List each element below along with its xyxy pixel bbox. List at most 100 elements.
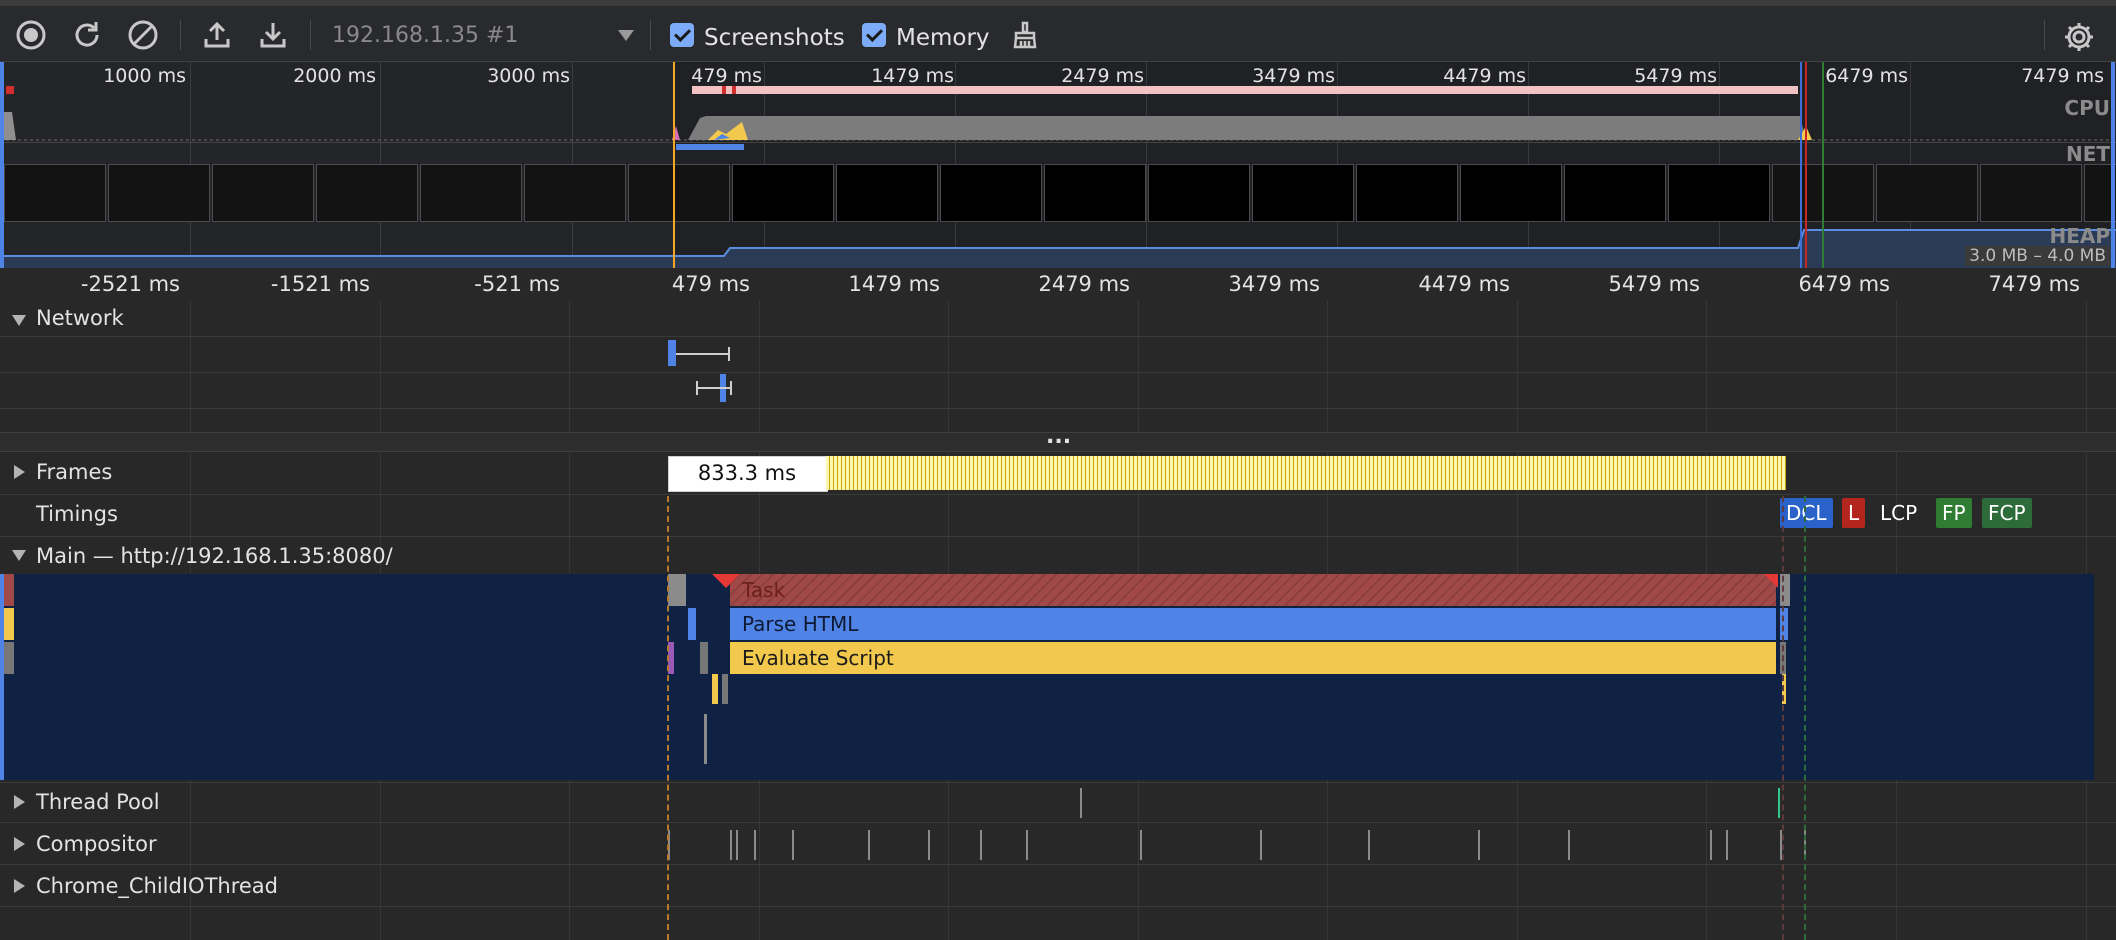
memory-label[interactable]: Memory xyxy=(896,25,990,51)
more-icon[interactable]: ... xyxy=(1046,424,1071,449)
overview-left-handle[interactable] xyxy=(0,62,4,268)
window-start-dashed-line xyxy=(667,496,669,940)
profile-select[interactable]: 192.168.1.35 #1 xyxy=(330,18,640,52)
thread-pool-track-title[interactable]: Thread Pool xyxy=(36,790,160,814)
clear-button[interactable] xyxy=(124,16,162,54)
compositor-slice[interactable] xyxy=(792,830,794,860)
screenshot-thumbnail[interactable] xyxy=(1980,164,2082,222)
network-request[interactable] xyxy=(668,340,676,366)
toolbar-divider xyxy=(650,20,651,50)
load-badge[interactable]: L xyxy=(1842,498,1866,528)
screenshot-thumbnail[interactable] xyxy=(212,164,314,222)
screenshot-thumbnail[interactable] xyxy=(1356,164,1458,222)
screenshot-thumbnail[interactable] xyxy=(4,164,106,222)
load-marker xyxy=(1805,62,1807,268)
io-thread-expand-icon[interactable] xyxy=(14,879,25,893)
flame-slice[interactable] xyxy=(712,674,718,704)
compositor-slice[interactable] xyxy=(754,830,756,860)
compositor-slice[interactable] xyxy=(1026,830,1028,860)
compositor-slice[interactable] xyxy=(928,830,930,860)
upload-icon xyxy=(204,21,230,48)
net-request-bar xyxy=(676,144,744,150)
flame-slice[interactable] xyxy=(4,574,14,606)
compositor-slice[interactable] xyxy=(980,830,982,860)
frames-track-title[interactable]: Frames xyxy=(36,460,112,484)
screenshot-thumbnail[interactable] xyxy=(1044,164,1146,222)
ruler-label: 479 ms xyxy=(671,272,750,296)
io-thread-track-title[interactable]: Chrome_ChildIOThread xyxy=(36,874,278,898)
screenshot-thumbnail[interactable] xyxy=(1460,164,1562,222)
flame-slice[interactable] xyxy=(4,642,14,674)
compositor-track-title[interactable]: Compositor xyxy=(36,832,157,856)
screenshot-thumbnail[interactable] xyxy=(420,164,522,222)
screenshot-thumbnail[interactable] xyxy=(1564,164,1666,222)
screenshots-label[interactable]: Screenshots xyxy=(704,25,845,51)
toolbar: 192.168.1.35 #1 Screenshots Memory xyxy=(0,0,2116,62)
overview-long-task xyxy=(722,86,726,94)
compositor-slice[interactable] xyxy=(868,830,870,860)
thread-pool-slice[interactable] xyxy=(1778,788,1780,818)
thread-pool-slice[interactable] xyxy=(1080,788,1082,818)
frames-expand-icon[interactable] xyxy=(14,465,25,479)
main-track-title[interactable]: Main — http://192.168.1.35:8080/ xyxy=(36,544,393,568)
screenshot-thumbnail[interactable] xyxy=(524,164,626,222)
flame-slice[interactable] xyxy=(700,642,708,674)
screenshot-thumbnail[interactable] xyxy=(1148,164,1250,222)
screenshot-thumbnail[interactable] xyxy=(1876,164,1978,222)
window-start-marker[interactable] xyxy=(673,62,675,268)
lcp-badge[interactable]: LCP xyxy=(1874,498,1923,528)
flame-slice[interactable] xyxy=(688,608,696,640)
flame-slice[interactable] xyxy=(668,574,686,606)
record-icon xyxy=(16,20,46,50)
screenshot-thumbnail[interactable] xyxy=(1668,164,1770,222)
screenshot-thumbnail[interactable] xyxy=(316,164,418,222)
compositor-slice[interactable] xyxy=(1140,830,1142,860)
record-button[interactable] xyxy=(12,16,50,54)
flame-slice[interactable] xyxy=(722,674,728,704)
compositor-slice[interactable] xyxy=(1710,830,1712,860)
memory-checkbox[interactable] xyxy=(862,23,886,47)
compositor-expand-icon[interactable] xyxy=(14,837,25,851)
screenshot-thumbnail[interactable] xyxy=(732,164,834,222)
screenshots-checkbox[interactable] xyxy=(670,23,694,47)
flame-task[interactable]: Task xyxy=(730,574,1776,606)
flame-parse-html[interactable]: Parse HTML xyxy=(730,608,1776,640)
compositor-slice[interactable] xyxy=(736,830,738,860)
network-track-title[interactable]: Network xyxy=(36,306,124,330)
net-track-label: NET xyxy=(2065,142,2110,166)
timeline-overview[interactable]: 1000 ms 2000 ms 3000 ms 479 ms 1479 ms 2… xyxy=(0,62,2116,268)
compositor-slice[interactable] xyxy=(730,830,732,860)
flame-slice[interactable] xyxy=(704,714,707,764)
reload-record-button[interactable] xyxy=(68,16,106,54)
settings-button[interactable] xyxy=(2062,20,2096,58)
screenshot-thumbnail[interactable] xyxy=(836,164,938,222)
fp-badge[interactable]: FP xyxy=(1936,498,1972,528)
collect-garbage-button[interactable] xyxy=(1006,16,1044,54)
compositor-slice[interactable] xyxy=(1568,830,1570,860)
network-row-divider xyxy=(0,336,2116,337)
screenshot-thumbnail[interactable] xyxy=(628,164,730,222)
save-profile-button[interactable] xyxy=(254,16,292,54)
network-expand-icon[interactable] xyxy=(12,315,26,326)
main-thread-flamechart[interactable]: Task Parse HTML Evaluate Script xyxy=(0,574,2094,780)
dcl-badge[interactable]: DCL xyxy=(1780,498,1833,528)
screenshot-thumbnail[interactable] xyxy=(108,164,210,222)
main-expand-icon[interactable] xyxy=(12,550,26,561)
profile-select-value: 192.168.1.35 #1 xyxy=(332,23,519,48)
network-row-divider xyxy=(0,408,2116,409)
flame-slice[interactable] xyxy=(4,608,14,640)
flame-evaluate-script[interactable]: Evaluate Script xyxy=(730,642,1776,674)
compositor-slice[interactable] xyxy=(1726,830,1728,860)
timings-track-title[interactable]: Timings xyxy=(36,502,118,526)
ruler-label: -2521 ms xyxy=(80,272,180,296)
compositor-slice[interactable] xyxy=(1368,830,1370,860)
load-profile-button[interactable] xyxy=(198,16,236,54)
compositor-slice[interactable] xyxy=(1478,830,1480,860)
fcp-badge[interactable]: FCP xyxy=(1982,498,2032,528)
compositor-slice[interactable] xyxy=(1260,830,1262,860)
screenshot-thumbnail[interactable] xyxy=(940,164,1042,222)
thread-pool-expand-icon[interactable] xyxy=(14,795,25,809)
screenshot-thumbnail[interactable] xyxy=(1252,164,1354,222)
network-request-whisker-end xyxy=(728,347,730,361)
overview-right-handle[interactable] xyxy=(2111,62,2115,268)
